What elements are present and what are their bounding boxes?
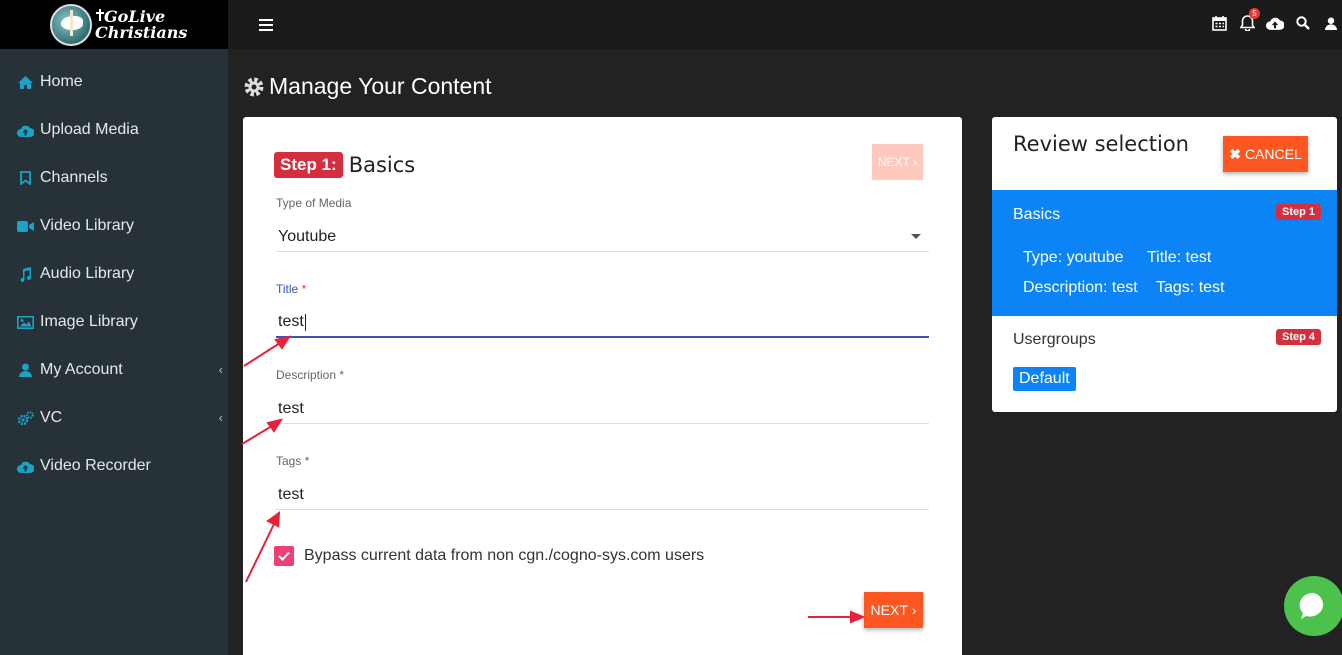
description-label: Description * — [276, 368, 344, 382]
dove-cross-logo-icon — [50, 3, 92, 46]
review-description: Description: test — [1023, 279, 1138, 296]
hamburger-menu-icon[interactable] — [259, 19, 273, 31]
notification-bell-icon[interactable]: 5 — [1238, 8, 1260, 32]
sidebar-item-label: Upload Media — [40, 121, 139, 138]
sidebar-item-audio-library[interactable]: Audio Library — [0, 250, 228, 298]
gear-icon — [243, 76, 265, 98]
chevron-right-icon: › — [911, 602, 917, 618]
step-title: Basics — [348, 153, 416, 177]
review-tags: Tags: test — [1156, 279, 1225, 296]
media-type-value: Youtube — [278, 227, 337, 245]
review-type: Type: youtube — [1023, 249, 1124, 266]
title-value: test — [278, 313, 304, 330]
chevron-left-icon: ‹ — [218, 362, 223, 377]
sidebar-item-label: VC — [40, 409, 63, 426]
text-cursor — [304, 313, 306, 331]
content-form-card: Step 1: Basics NEXT › Type of Media Yout… — [243, 117, 962, 655]
usergroup-tag: Default — [1013, 367, 1076, 391]
bypass-checkbox-label[interactable]: Bypass current data from non cgn./cogno-… — [304, 547, 704, 565]
sidebar-item-label: Image Library — [40, 313, 138, 330]
sidebar-item-label: Home — [40, 73, 83, 90]
sidebar-item-vc[interactable]: VC ‹ — [0, 394, 228, 442]
description-input[interactable]: test — [276, 394, 929, 424]
image-icon — [17, 314, 34, 330]
next-label: NEXT — [877, 155, 910, 169]
required-mark: * — [301, 282, 307, 296]
sidebar-item-video-recorder[interactable]: Video Recorder — [0, 442, 228, 490]
sidebar-item-upload-media[interactable]: Upload Media — [0, 106, 228, 154]
cross-icon — [96, 8, 104, 21]
notification-count-badge: 5 — [1249, 8, 1260, 19]
title-label: Title * — [276, 282, 306, 296]
step-header: Step 1: Basics — [274, 152, 415, 178]
topbar: 5 — [228, 0, 1342, 49]
sidebar-item-label: Audio Library — [40, 265, 135, 282]
tags-input[interactable]: test — [276, 480, 929, 510]
chevron-right-icon: › — [913, 155, 918, 169]
topbar-actions: 5 — [1210, 8, 1342, 32]
sidebar-item-label: My Account — [40, 361, 123, 378]
bookmark-icon — [17, 170, 34, 186]
description-label-text: Description — [276, 368, 337, 382]
step-badge: Step 4 — [1275, 329, 1321, 345]
sidebar: GoLive Christians Home Upload Media Chan… — [0, 0, 228, 655]
sidebar-item-label: Video Library — [40, 217, 134, 234]
sidebar-item-image-library[interactable]: Image Library — [0, 298, 228, 346]
sidebar-item-my-account[interactable]: My Account ‹ — [0, 346, 228, 394]
cancel-label: CANCEL — [1244, 146, 1302, 162]
description-value: test — [278, 399, 304, 417]
brand-name: GoLive Christians — [95, 8, 188, 42]
user-icon — [17, 362, 34, 378]
cloud-upload-icon — [17, 458, 34, 474]
logo[interactable]: GoLive Christians — [0, 0, 228, 49]
user-profile-icon[interactable] — [1322, 14, 1340, 32]
title-input[interactable]: test — [276, 308, 929, 338]
media-type-label: Type of Media — [276, 196, 352, 210]
calendar-icon[interactable] — [1210, 14, 1228, 32]
tags-label-text: Tags — [276, 454, 302, 468]
tags-value: test — [278, 485, 304, 503]
required-mark: * — [339, 368, 345, 382]
tags-label: Tags * — [276, 454, 309, 468]
review-basics-section[interactable]: Basics Step 1 Type: youtube Title: test … — [992, 190, 1337, 316]
page-title: Manage Your Content — [243, 73, 492, 100]
title-label-text: Title — [276, 282, 299, 296]
cloud-upload-icon — [17, 122, 34, 138]
media-type-select[interactable]: Youtube — [276, 222, 929, 252]
music-note-icon — [17, 266, 34, 282]
chat-bubble-icon[interactable] — [1284, 576, 1342, 636]
next-button-top-disabled[interactable]: NEXT › — [872, 144, 923, 180]
search-icon[interactable] — [1294, 14, 1312, 32]
review-title-value: Title: test — [1147, 249, 1212, 266]
bypass-checkbox[interactable] — [274, 546, 294, 566]
cloud-upload-icon[interactable] — [1266, 14, 1284, 32]
close-icon: ✖ — [1229, 145, 1241, 162]
brand-line-2: Christians — [95, 22, 188, 42]
sidebar-item-video-library[interactable]: Video Library — [0, 202, 228, 250]
sidebar-item-label: Video Recorder — [40, 457, 151, 474]
step-badge: Step 1 — [1275, 204, 1321, 220]
cancel-button[interactable]: ✖ CANCEL — [1223, 136, 1308, 172]
step-number-badge: Step 1: — [274, 152, 343, 178]
dropdown-caret-icon — [911, 234, 921, 239]
sidebar-nav: Home Upload Media Channels Video Library… — [0, 58, 228, 490]
usergroups-section-title: Usergroups — [1013, 331, 1096, 348]
next-label: NEXT — [870, 602, 908, 618]
sidebar-item-home[interactable]: Home — [0, 58, 228, 106]
review-title: Review selection — [1013, 132, 1189, 156]
sidebar-item-label: Channels — [40, 169, 108, 186]
home-icon — [17, 74, 34, 90]
video-camera-icon — [17, 218, 34, 234]
bypass-checkbox-row: Bypass current data from non cgn./cogno-… — [274, 546, 704, 566]
review-selection-card: Review selection ✖ CANCEL Basics Step 1 T… — [992, 117, 1337, 412]
required-mark: * — [304, 454, 310, 468]
page-title-text: Manage Your Content — [269, 73, 492, 99]
gears-icon — [17, 410, 34, 426]
chevron-left-icon: ‹ — [218, 410, 223, 425]
next-button[interactable]: NEXT › — [864, 592, 923, 628]
basics-section-title: Basics — [1013, 206, 1061, 223]
review-usergroups-section[interactable]: Usergroups Step 4 Default — [992, 316, 1337, 412]
sidebar-item-channels[interactable]: Channels — [0, 154, 228, 202]
